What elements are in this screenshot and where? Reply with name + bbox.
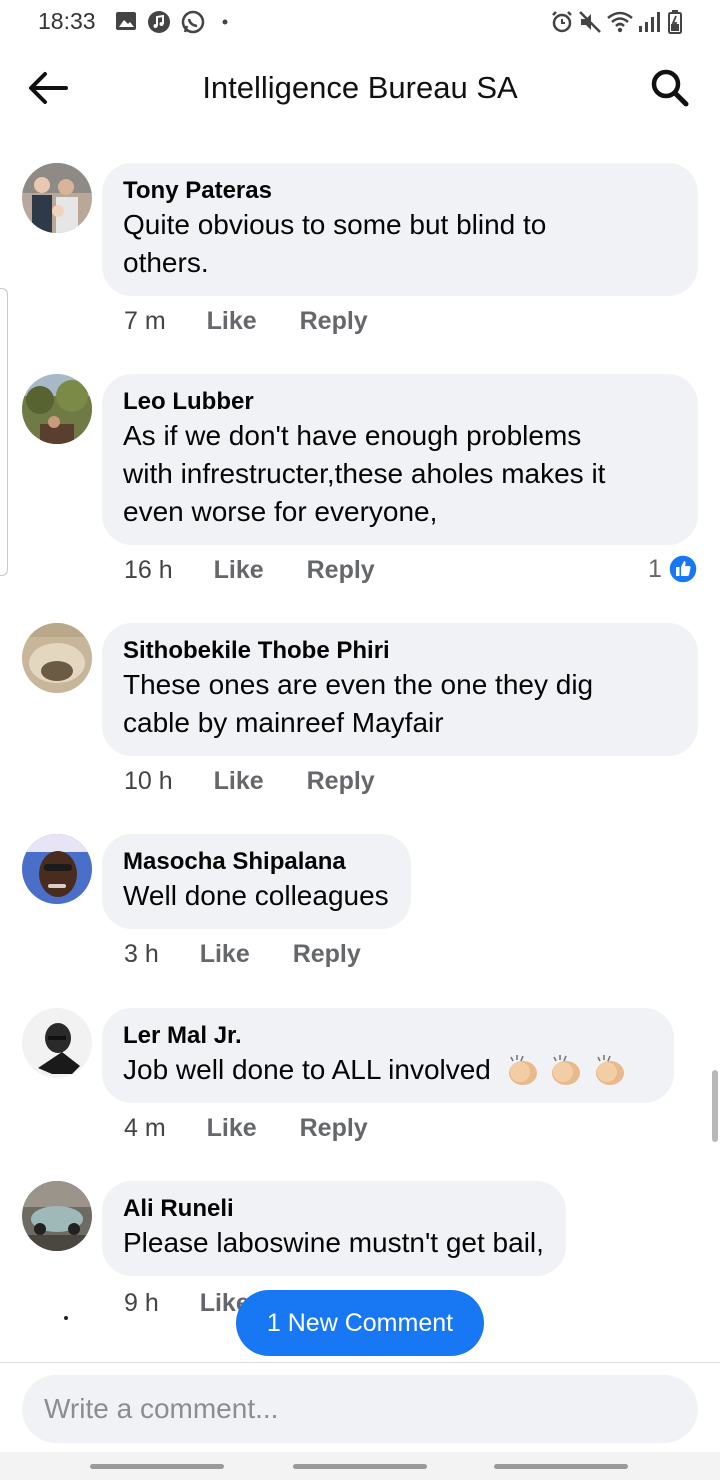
mute-icon [579,11,601,33]
new-comment-button[interactable]: 1 New Comment [236,1290,484,1356]
comment-text-line: with infrestructer,these aholes makes it [123,458,606,489]
avatar[interactable] [22,834,92,904]
comment-bubble: Ler Mal Jr. Job well done to ALL involve… [102,1008,674,1103]
search-button[interactable] [648,66,692,110]
comment-text-line: Please laboswine mustn't get bail, [123,1227,544,1258]
comment-author[interactable]: Masocha Shipalana [123,847,389,877]
comment-actions: 10 h Like Reply [124,767,375,796]
comment-text-line: others. [123,247,209,278]
reply-button[interactable]: Reply [300,307,368,336]
comment-author[interactable]: Sithobekile Thobe Phiri [123,636,676,666]
clapping-hands-icon [508,1055,537,1085]
reply-button[interactable]: Reply [307,556,375,585]
comment-time: 10 h [124,767,173,795]
edge-panel-handle[interactable] [0,288,8,576]
wifi-icon [607,11,633,33]
like-button[interactable]: Like [207,1114,257,1143]
comment-author[interactable]: Ler Mal Jr. [123,1021,652,1051]
scrollbar-thumb[interactable] [712,1070,718,1142]
signal-icon [639,12,660,32]
comment-text-line: Job well done to ALL involved [123,1051,652,1089]
comment-actions: 3 h Like Reply [124,940,361,969]
comment-text-line: Quite obvious to some but blind to [123,209,547,240]
system-nav-bar [0,1452,720,1480]
comment-author[interactable]: Ali Runeli [123,1194,544,1224]
comment-text-line: As if we don't have enough problems [123,420,582,451]
avatar[interactable] [22,163,92,233]
comment-input[interactable] [22,1375,698,1443]
clapping-hands-icon [596,1055,625,1085]
comment-bubble: Sithobekile Thobe Phiri These ones are e… [102,623,698,756]
comment-time: 7 m [124,307,166,335]
clapping-hands-icon [552,1055,581,1085]
scroll-indicator-dot [64,1316,68,1320]
alarm-icon [552,11,572,33]
comment-bubble: Masocha Shipalana Well done colleagues [102,834,411,929]
comment-text-line: even worse for everyone, [123,496,438,527]
music-icon [148,11,170,33]
comment-time: 16 h [124,556,173,584]
comment-actions: 16 h Like Reply [124,556,375,585]
comment-text-line: Well done colleagues [123,880,389,911]
app-header: Intelligence Bureau SA [0,44,720,134]
comment-author[interactable]: Leo Lubber [123,387,676,417]
like-button[interactable]: Like [214,767,264,796]
nav-back-button[interactable] [494,1464,628,1469]
comment-time: 3 h [124,940,159,968]
comment-bubble: Leo Lubber As if we don't have enough pr… [102,374,698,545]
nav-home-button[interactable] [293,1464,427,1469]
battery-icon [668,10,682,34]
comment-time: 4 m [124,1114,166,1142]
reaction-summary[interactable]: 1 [648,554,698,584]
search-icon [651,69,689,107]
notification-dot-icon [222,19,228,25]
comment-text: Job well done to ALL involved [123,1054,491,1085]
reply-button[interactable]: Reply [300,1114,368,1143]
comment-actions: 7 m Like Reply [124,307,368,336]
like-button[interactable]: Like [207,307,257,336]
avatar[interactable] [22,623,92,693]
like-button[interactable]: Like [214,556,264,585]
reply-button[interactable]: Reply [293,940,361,969]
nav-recents-button[interactable] [90,1464,224,1469]
comment-bubble: Ali Runeli Please laboswine mustn't get … [102,1181,566,1276]
thumbs-up-icon [668,554,698,584]
status-time: 18:33 [38,8,96,34]
comment-text-line: cable by mainreef Mayfair [123,707,444,738]
avatar[interactable] [22,1008,92,1078]
gallery-icon [116,12,136,30]
comment-time: 9 h [124,1289,159,1317]
reaction-count: 1 [648,554,662,583]
whatsapp-icon [181,10,205,34]
comment-text-line: These ones are even the one they dig [123,669,594,700]
status-bar: 18:33 [0,0,720,44]
comment-actions: 4 m Like Reply [124,1114,368,1143]
comment-bubble: Tony Pateras Quite obvious to some but b… [102,163,698,296]
page-title: Intelligence Bureau SA [202,70,518,105]
like-button[interactable]: Like [200,940,250,969]
comment-author[interactable]: Tony Pateras [123,176,676,206]
reply-button[interactable]: Reply [307,767,375,796]
avatar[interactable] [22,374,92,444]
avatar[interactable] [22,1181,92,1251]
